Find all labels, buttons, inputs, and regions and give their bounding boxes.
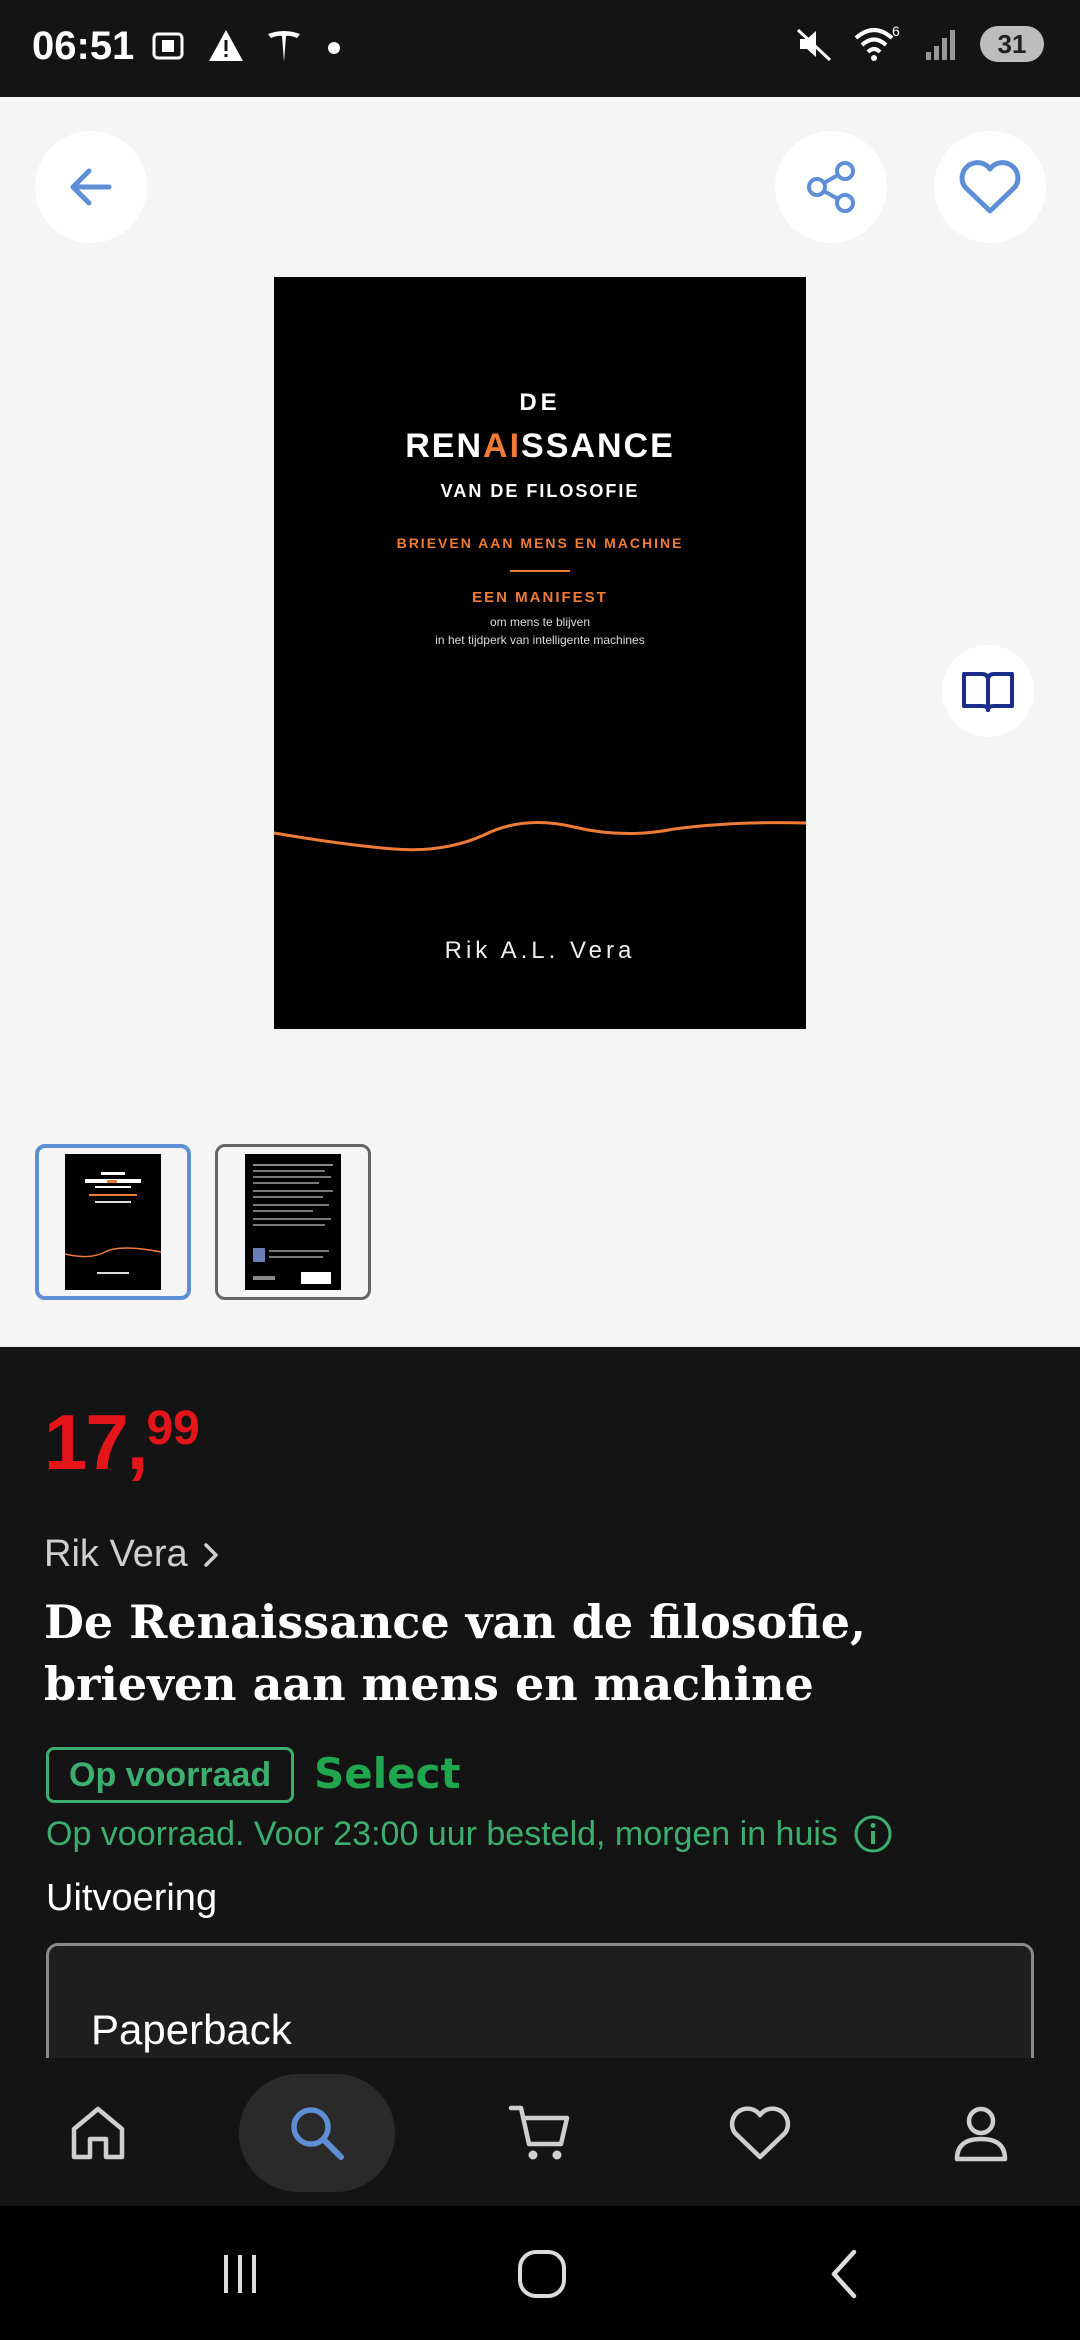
recent-apps-icon	[224, 2255, 256, 2293]
status-system-icons: 6 31	[794, 24, 1044, 64]
system-navigation-bar	[0, 2206, 1080, 2340]
cover-manifest: EEN MANIFEST	[472, 589, 608, 606]
profile-icon	[954, 2106, 1008, 2162]
nav-search[interactable]	[239, 2074, 395, 2192]
tesla-icon	[268, 31, 300, 62]
cover-line-1: om mens te blijven	[489, 615, 591, 629]
price-main: 17,	[44, 1398, 148, 1486]
book-open-icon	[962, 672, 1014, 712]
cover-author: Rik A.L. Vera	[444, 937, 636, 964]
warning-icon	[209, 30, 243, 61]
wifi-icon: 6	[854, 24, 900, 61]
format-value: Paperback	[91, 2006, 292, 2053]
heart-icon	[959, 160, 1021, 214]
mute-icon	[796, 28, 832, 62]
look-inside-button[interactable]	[942, 645, 1034, 737]
screenshot-icon	[152, 32, 184, 60]
dot-icon	[328, 42, 340, 54]
home-button[interactable]	[502, 2244, 582, 2304]
back-system-button[interactable]	[805, 2244, 885, 2304]
cover-line-2: in het tijdperk van intelligente machine…	[435, 633, 645, 647]
status-bar: 06:51 6 31	[0, 0, 1080, 97]
cover-divider	[510, 570, 570, 572]
cover-line-de: DE	[519, 389, 561, 416]
info-icon[interactable]	[852, 1813, 894, 1855]
search-icon	[291, 2107, 344, 2160]
favorite-button[interactable]	[934, 131, 1046, 243]
heart-icon	[729, 2106, 791, 2160]
thumbnail-front[interactable]	[35, 1144, 191, 1300]
thumbnail-back-image	[245, 1154, 341, 1290]
signal-icon	[926, 30, 955, 60]
author-link[interactable]: Rik Vera	[44, 1533, 224, 1576]
cover-tagline: BRIEVEN AAN MENS EN MACHINE	[396, 535, 684, 551]
thumbnail-back[interactable]	[215, 1144, 371, 1300]
nav-profile[interactable]	[903, 2074, 1059, 2192]
chevron-left-icon	[831, 2249, 857, 2299]
nav-cart[interactable]	[462, 2074, 618, 2192]
share-button[interactable]	[775, 131, 887, 243]
bottom-navigation	[0, 2058, 1080, 2206]
nav-favorites[interactable]	[682, 2074, 838, 2192]
product-gallery: DE RENAISSANCE VAN DE FILOSOFIE BRIEVEN …	[0, 97, 1080, 1347]
product-title: De Renaissance van de filosofie, brieven…	[44, 1595, 867, 1711]
battery-indicator: 31	[980, 26, 1044, 62]
home-icon	[71, 2106, 125, 2160]
arrow-left-icon	[70, 168, 112, 206]
nav-home[interactable]	[20, 2074, 176, 2192]
cover-title: RENAISSANCE	[405, 427, 675, 465]
product-details: 17, 99 Rik Vera De Renaissance van de fi…	[0, 1347, 1080, 2083]
share-icon	[807, 161, 855, 213]
home-circle-icon	[518, 2250, 566, 2298]
delivery-info: Op voorraad. Voor 23:00 uur besteld, mor…	[46, 1813, 894, 1855]
cover-wave-line	[274, 821, 806, 852]
cover-subtitle: VAN DE FILOSOFIE	[440, 481, 640, 501]
stock-badge: Op voorraad	[46, 1747, 295, 1803]
price: 17, 99	[44, 1397, 200, 1488]
back-button[interactable]	[35, 131, 147, 243]
status-time: 06:51	[32, 24, 135, 68]
chevron-right-icon	[203, 1542, 218, 1567]
select-label: Select	[314, 1749, 461, 1798]
wifi-badge: 6	[892, 24, 900, 39]
recent-apps-button[interactable]	[200, 2244, 280, 2304]
format-label: Uitvoering	[46, 1877, 218, 1919]
author-name: Rik Vera	[44, 1533, 188, 1575]
book-cover-image[interactable]: DE RENAISSANCE VAN DE FILOSOFIE BRIEVEN …	[274, 277, 806, 1029]
status-notification-icons	[148, 26, 346, 66]
cart-icon	[508, 2105, 570, 2160]
price-cents: 99	[146, 1402, 200, 1455]
thumbnail-front-image	[65, 1154, 161, 1290]
delivery-text: Op voorraad. Voor 23:00 uur besteld, mor…	[46, 1814, 838, 1853]
